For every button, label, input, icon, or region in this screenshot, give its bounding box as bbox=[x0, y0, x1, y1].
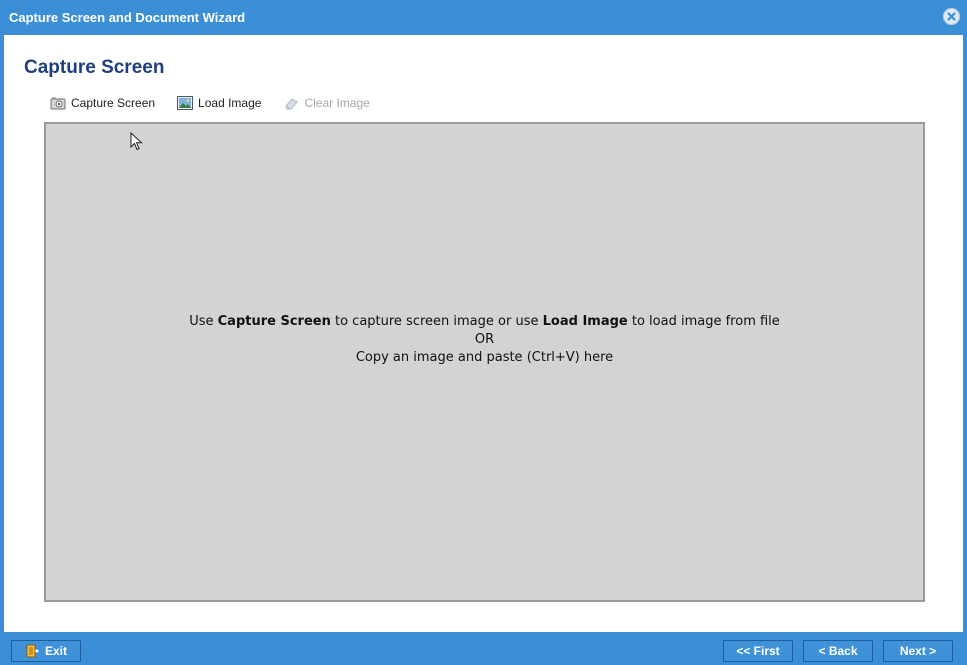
close-icon bbox=[943, 8, 960, 25]
hint-capture-bold: Capture Screen bbox=[217, 314, 331, 329]
close-button[interactable] bbox=[943, 8, 960, 25]
eraser-icon bbox=[283, 96, 299, 110]
clear-image-button[interactable]: Clear Image bbox=[283, 96, 370, 110]
load-image-label: Load Image bbox=[198, 96, 262, 110]
window-title: Capture Screen and Document Wizard bbox=[9, 10, 246, 25]
toolbar: Capture Screen Load Image Clear Image bbox=[50, 94, 392, 112]
wizard-window: Capture Screen and Document Wizard Captu… bbox=[0, 0, 967, 665]
first-label: << First bbox=[736, 644, 780, 658]
clear-image-label: Clear Image bbox=[304, 96, 370, 110]
capture-screen-button[interactable]: Capture Screen bbox=[50, 96, 155, 110]
title-bar: Capture Screen and Document Wizard bbox=[0, 0, 967, 35]
hint-paste: Copy an image and paste (Ctrl+V) here bbox=[355, 350, 614, 365]
hint-line-1: Use Capture Screen to capture screen ima… bbox=[189, 314, 780, 329]
exit-label: Exit bbox=[44, 644, 67, 658]
image-drop-area[interactable]: Use Capture Screen to capture screen ima… bbox=[44, 122, 925, 602]
back-button[interactable]: < Back bbox=[803, 640, 873, 662]
hint-load-bold: Load Image bbox=[542, 314, 628, 329]
load-image-button[interactable]: Load Image bbox=[177, 96, 261, 110]
canvas-hint: Use Capture Screen to capture screen ima… bbox=[46, 313, 923, 367]
hint-or: OR bbox=[474, 332, 495, 347]
page-title: Capture Screen bbox=[24, 57, 165, 78]
mouse-cursor-icon bbox=[130, 132, 143, 151]
exit-button[interactable]: Exit bbox=[11, 640, 81, 662]
capture-screen-label: Capture Screen bbox=[71, 96, 156, 110]
exit-door-icon bbox=[25, 644, 39, 658]
wizard-content: Capture Screen Capture Screen Load Image… bbox=[4, 35, 963, 632]
first-button[interactable]: << First bbox=[723, 640, 793, 662]
footer-bar: Exit << First < Back Next > bbox=[0, 632, 967, 665]
next-label: Next > bbox=[899, 644, 937, 658]
camera-icon bbox=[50, 96, 66, 110]
image-icon bbox=[177, 96, 194, 110]
back-label: < Back bbox=[818, 644, 858, 658]
next-button[interactable]: Next > bbox=[883, 640, 953, 662]
